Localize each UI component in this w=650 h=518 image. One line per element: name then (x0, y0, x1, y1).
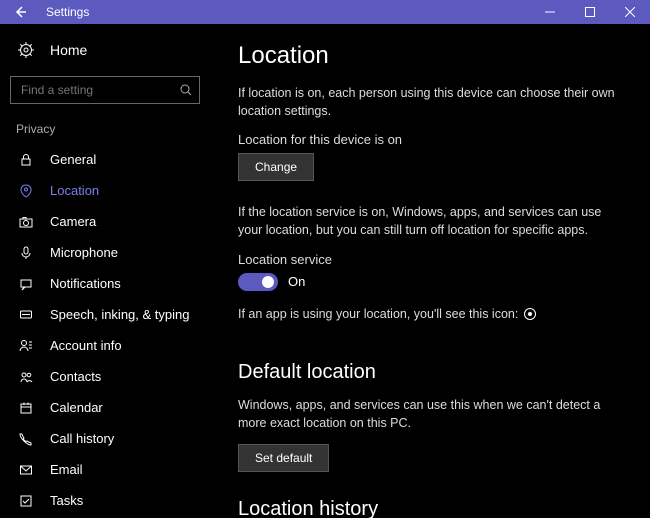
sidebar-item-label: Camera (50, 214, 96, 229)
set-default-button[interactable]: Set default (238, 444, 329, 472)
titlebar: Settings (0, 0, 650, 24)
search-input[interactable] (10, 76, 200, 104)
device-status-label: Location for this device is on (238, 132, 618, 147)
location-service-toggle[interactable] (238, 273, 278, 291)
sidebar-item-label: Calendar (50, 400, 103, 415)
sidebar-item-label: Email (50, 462, 83, 477)
sidebar-item-speech[interactable]: Speech, inking, & typing (0, 299, 210, 330)
sidebar-item-account[interactable]: Account info (0, 330, 210, 361)
maximize-button[interactable] (570, 0, 610, 24)
sidebar-item-contacts[interactable]: Contacts (0, 361, 210, 392)
location-indicator-icon (524, 308, 536, 320)
sidebar-item-general[interactable]: General (0, 144, 210, 175)
sidebar-item-label: Speech, inking, & typing (50, 307, 189, 322)
sidebar-item-calendar[interactable]: Calendar (0, 392, 210, 423)
search-container (10, 76, 200, 104)
sidebar-item-label: Microphone (50, 245, 118, 260)
sidebar-item-label: Call history (50, 431, 114, 446)
contacts-icon (16, 370, 36, 384)
section-label-privacy: Privacy (0, 118, 210, 144)
gear-icon (16, 42, 36, 58)
location-icon (16, 184, 36, 198)
sidebar-item-tasks[interactable]: Tasks (0, 485, 210, 516)
sidebar-item-microphone[interactable]: Microphone (0, 237, 210, 268)
phone-icon (16, 432, 36, 446)
window-controls (530, 0, 650, 24)
home-button[interactable]: Home (0, 36, 210, 64)
notifications-icon (16, 277, 36, 291)
change-button[interactable]: Change (238, 153, 314, 181)
back-arrow-icon (12, 4, 28, 20)
heading-default-location: Default location (238, 361, 618, 384)
default-description: Windows, apps, and services can use this… (238, 396, 618, 432)
account-icon (16, 339, 36, 353)
sidebar-item-call-history[interactable]: Call history (0, 423, 210, 454)
tasks-icon (16, 494, 36, 508)
email-icon (16, 463, 36, 477)
minimize-button[interactable] (530, 0, 570, 24)
app-icon-text: If an app is using your location, you'll… (238, 305, 536, 323)
close-icon (625, 7, 635, 17)
service-label: Location service (238, 252, 618, 267)
sidebar-item-label: General (50, 152, 96, 167)
microphone-icon (16, 246, 36, 260)
sidebar-item-camera[interactable]: Camera (0, 206, 210, 237)
sidebar-item-label: Notifications (50, 276, 121, 291)
sidebar-item-label: Tasks (50, 493, 83, 508)
home-label: Home (50, 42, 87, 58)
close-button[interactable] (610, 0, 650, 24)
location-intro: If location is on, each person using thi… (238, 84, 618, 120)
sidebar-item-notifications[interactable]: Notifications (0, 268, 210, 299)
heading-location: Location (238, 42, 618, 70)
sidebar-item-label: Contacts (50, 369, 101, 384)
camera-icon (16, 215, 36, 229)
back-button[interactable] (0, 0, 40, 24)
sidebar-item-location[interactable]: Location (0, 175, 210, 206)
calendar-icon (16, 401, 36, 415)
window-title: Settings (46, 5, 530, 19)
service-description: If the location service is on, Windows, … (238, 203, 618, 239)
sidebar-item-label: Account info (50, 338, 122, 353)
sidebar-item-email[interactable]: Email (0, 454, 210, 485)
speech-icon (16, 308, 36, 322)
minimize-icon (545, 7, 555, 17)
sidebar-item-label: Location (50, 183, 99, 198)
app-icon-text-label: If an app is using your location, you'll… (238, 305, 518, 323)
maximize-icon (585, 7, 595, 17)
heading-location-history: Location history (238, 498, 618, 518)
lock-icon (16, 153, 36, 167)
content-pane: Location If location is on, each person … (210, 24, 650, 518)
sidebar: Home Privacy General Location Camera Mic… (0, 24, 210, 518)
toggle-state-label: On (288, 274, 305, 289)
